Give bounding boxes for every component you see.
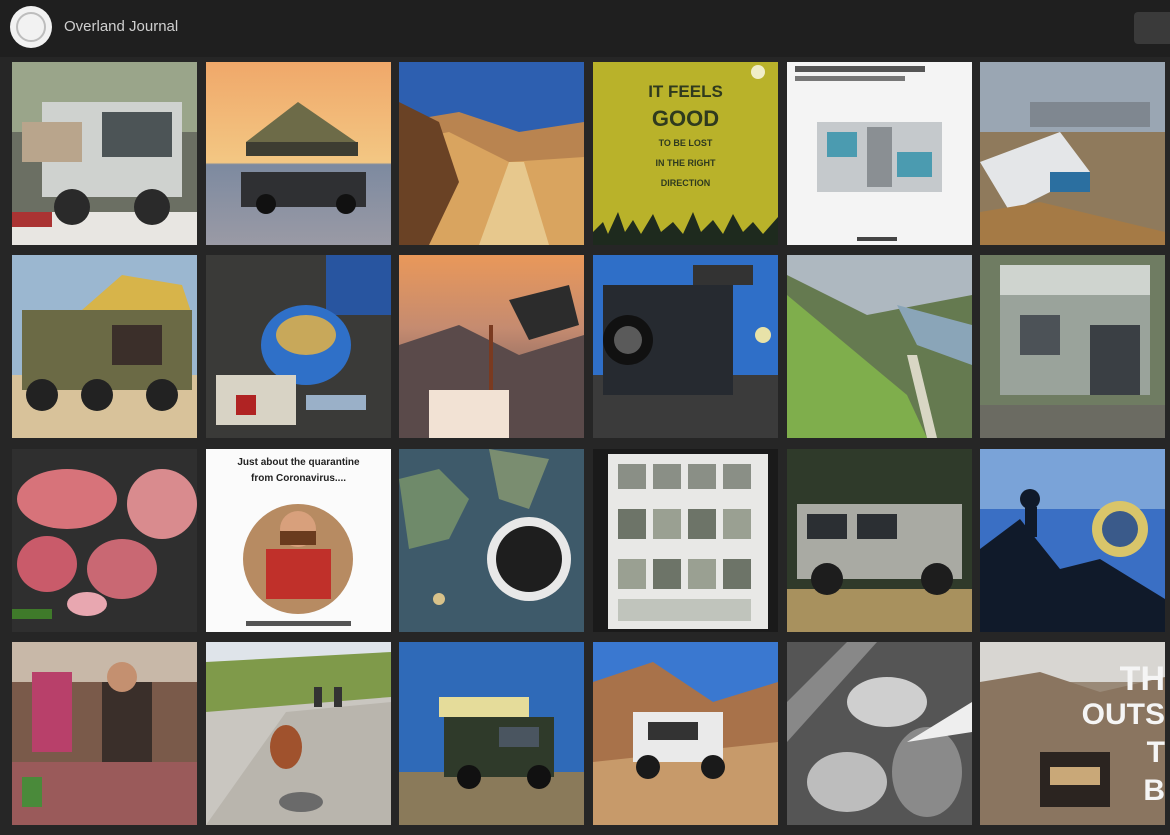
silver-suv-photo <box>787 449 972 632</box>
poster-text-1: TH <box>1119 660 1165 698</box>
post-tile-white-truck-desert[interactable] <box>593 642 778 825</box>
sunset-tent-photo <box>206 62 391 245</box>
bw-texture-photo <box>787 642 972 825</box>
top-bar: Overland Journal <box>0 0 1170 57</box>
post-tile-map-coffee[interactable] <box>399 449 584 632</box>
profile-avatar-icon[interactable] <box>10 6 52 48</box>
post-tile-camper-van[interactable] <box>980 255 1165 438</box>
post-tile-drawer-organizer[interactable] <box>593 449 778 632</box>
post-tile-outside-poster[interactable]: TH OUTS T B <box>980 642 1165 825</box>
white-truck-desert-photo <box>593 642 778 825</box>
green-valley-photo <box>787 255 972 438</box>
post-tile-silver-suv[interactable] <box>787 449 972 632</box>
quote-line-5: DIRECTION <box>660 178 711 188</box>
photo-grid: IT FEELS GOOD TO BE LOST IN THE RIGHT DI… <box>12 62 1170 835</box>
post-tile-rooftop-tent-jeep[interactable] <box>399 642 584 825</box>
account-name[interactable]: Overland Journal <box>64 18 178 35</box>
climber-silhouette-photo <box>980 449 1165 632</box>
meat-cuts-photo <box>12 449 197 632</box>
map-coffee-photo <box>399 449 584 632</box>
menu-button[interactable] <box>1134 12 1170 44</box>
post-tile-desert-road[interactable] <box>399 62 584 245</box>
post-tile-camper-diagram[interactable] <box>787 62 972 245</box>
camper-van-photo <box>980 255 1165 438</box>
post-tile-jeep-wheel[interactable] <box>593 255 778 438</box>
post-tile-desert-offroad[interactable] <box>980 62 1165 245</box>
poster-text-3: T <box>1146 736 1165 769</box>
meme-caption-line-1: Just about the quarantine <box>237 457 360 468</box>
post-tile-road-animals[interactable] <box>206 642 391 825</box>
desert-offroad-photo <box>980 62 1165 245</box>
desert-road-photo <box>399 62 584 245</box>
quote-line-2: GOOD <box>651 106 720 131</box>
road-animals-photo <box>206 642 391 825</box>
rooftop-tent-jeep-photo <box>399 642 584 825</box>
coffee-pour-photo <box>399 255 584 438</box>
military-truck-photo <box>12 255 197 438</box>
camper-diagram-graphic <box>787 62 972 245</box>
market-scene-photo <box>12 642 197 825</box>
quote-line-1: IT FEELS <box>648 82 723 101</box>
post-tile-climber-silhouette[interactable] <box>980 449 1165 632</box>
post-tile-market-scene[interactable] <box>12 642 197 825</box>
quote-line-3: TO BE LOST <box>658 138 713 148</box>
post-tile-sunset-rooftop-tent[interactable] <box>206 62 391 245</box>
quote-line-4: IN THE RIGHT <box>655 158 716 168</box>
post-tile-truck-camper[interactable] <box>12 62 197 245</box>
jeep-wheel-photo <box>593 255 778 438</box>
post-tile-green-valley[interactable] <box>787 255 972 438</box>
poster-text-2: OUTS <box>1081 698 1165 731</box>
truck-camper-photo <box>12 62 197 245</box>
drawer-organizer-photo <box>593 449 778 632</box>
post-tile-bw-texture[interactable] <box>787 642 972 825</box>
avatar-ring <box>16 12 46 42</box>
poster-text-4: B <box>1143 774 1165 807</box>
post-tile-quote-card[interactable]: IT FEELS GOOD TO BE LOST IN THE RIGHT DI… <box>593 62 778 245</box>
camp-cooking-photo <box>206 255 391 438</box>
post-tile-quarantine-meme[interactable]: Just about the quarantine from Coronavir… <box>206 449 391 632</box>
meme-caption-line-2: from Coronavirus.... <box>250 473 346 484</box>
post-tile-meat-cuts[interactable] <box>12 449 197 632</box>
post-tile-military-truck[interactable] <box>12 255 197 438</box>
post-tile-coffee-pour[interactable] <box>399 255 584 438</box>
post-tile-camp-cooking[interactable] <box>206 255 391 438</box>
